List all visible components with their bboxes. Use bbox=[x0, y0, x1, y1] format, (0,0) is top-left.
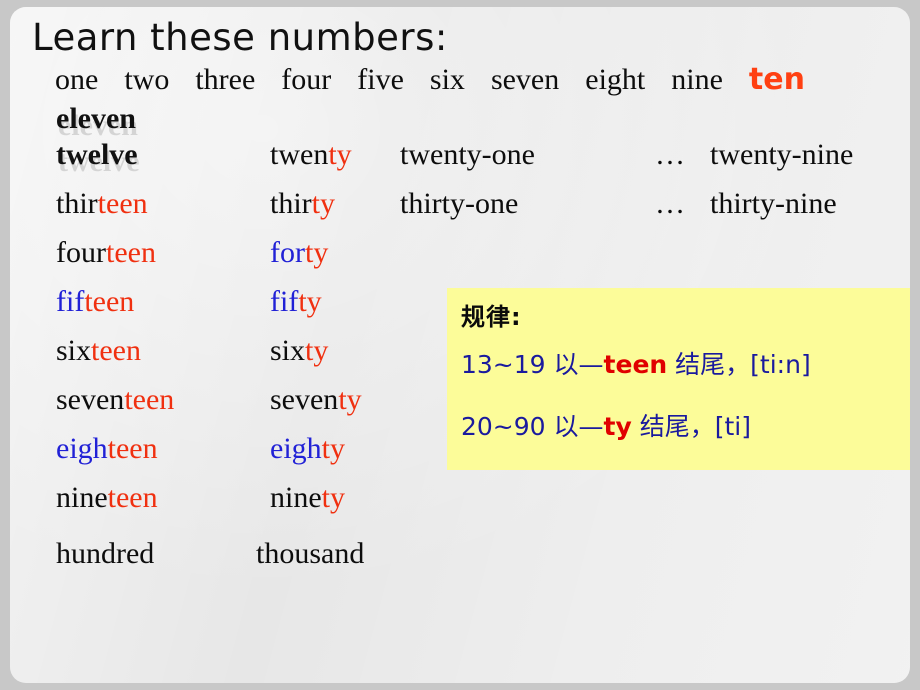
rule-ty-pre: 以— bbox=[553, 412, 604, 441]
word-thirty-one: thirty-one bbox=[400, 187, 519, 220]
word-seventy: seventy bbox=[270, 383, 362, 416]
word-two: two bbox=[124, 63, 170, 96]
word-eighteen: eighteen bbox=[56, 432, 158, 465]
word-seven: seven bbox=[490, 63, 560, 96]
table-row: fourteen forty bbox=[10, 236, 910, 285]
word-seventeen: seventeen bbox=[56, 383, 175, 416]
table-row: thirteen thirty thirty-one … thirty-nine bbox=[10, 187, 910, 236]
rule-teen-phonetic: [ti:n] bbox=[750, 350, 811, 379]
word-thirty: thirty bbox=[270, 187, 336, 220]
word-nineteen: nineteen bbox=[56, 481, 158, 514]
ellipsis-thirty: … bbox=[655, 187, 685, 220]
word-eight: eight bbox=[585, 63, 646, 96]
slide: Learn these numbers: one two three four five… bbox=[0, 0, 920, 690]
word-six: six bbox=[429, 63, 465, 96]
word-one: one bbox=[55, 63, 99, 96]
rule-ty-post: 结尾， bbox=[631, 412, 715, 441]
word-sixteen: sixteen bbox=[56, 334, 141, 367]
rule-ty-range: 20~90 bbox=[461, 412, 554, 441]
rule-ty-suffix: ty bbox=[603, 412, 632, 441]
word-hundred: hundred bbox=[56, 537, 155, 570]
word-four: four bbox=[281, 63, 332, 96]
word-thirteen: thirteen bbox=[56, 187, 148, 220]
word-sixty: sixty bbox=[270, 334, 329, 367]
word-twenty: twenty bbox=[270, 138, 352, 171]
word-thousand: thousand bbox=[256, 537, 365, 570]
units-row: one two three four five six seven eight nine ten bbox=[55, 62, 910, 98]
rule-teen-range: 13~19 bbox=[461, 350, 554, 379]
word-ninety: ninety bbox=[270, 481, 345, 514]
word-ten: ten bbox=[748, 62, 805, 97]
word-eleven-text: eleven bbox=[56, 102, 136, 135]
word-nine: nine bbox=[671, 63, 723, 96]
rule-teen-pre: 以— bbox=[553, 350, 604, 379]
word-twenty-nine: twenty-nine bbox=[710, 138, 854, 171]
word-eighty: eighty bbox=[270, 432, 345, 465]
rule-ty: 20~90 以—ty 结尾，[ti] bbox=[461, 412, 910, 442]
note-title: 规律: bbox=[461, 303, 522, 331]
word-five: five bbox=[357, 63, 404, 96]
ellipsis-twenty: … bbox=[655, 138, 685, 171]
rule-note-box: 规律: 13~19 以—teen 结尾，[ti:n] 20~90 以—ty 结尾… bbox=[447, 288, 910, 470]
word-fifty: fifty bbox=[270, 285, 322, 318]
big-numbers-row: hundred thousand bbox=[10, 537, 910, 581]
word-twelve-text: twelve bbox=[56, 138, 138, 171]
page-title: Learn these numbers: bbox=[32, 16, 448, 59]
table-row: twenty twenty-one … twenty-nine bbox=[10, 138, 910, 187]
word-three: three bbox=[195, 63, 256, 96]
rule-teen: 13~19 以—teen 结尾，[ti:n] bbox=[461, 350, 910, 380]
rule-teen-post: 结尾， bbox=[667, 350, 751, 379]
word-twelve: twelve twelve bbox=[56, 138, 140, 178]
word-fifteen: fifteen bbox=[56, 285, 135, 318]
slide-panel: Learn these numbers: one two three four five… bbox=[10, 7, 910, 683]
word-fourteen: fourteen bbox=[56, 236, 156, 269]
word-eleven: eleven eleven bbox=[56, 102, 138, 142]
rule-teen-suffix: teen bbox=[603, 350, 668, 379]
table-row: nineteen ninety bbox=[10, 481, 910, 530]
word-forty: forty bbox=[270, 236, 329, 269]
word-thirty-nine: thirty-nine bbox=[710, 187, 837, 220]
word-twenty-one: twenty-one bbox=[400, 138, 535, 171]
rule-ty-phonetic: [ti] bbox=[714, 412, 752, 441]
